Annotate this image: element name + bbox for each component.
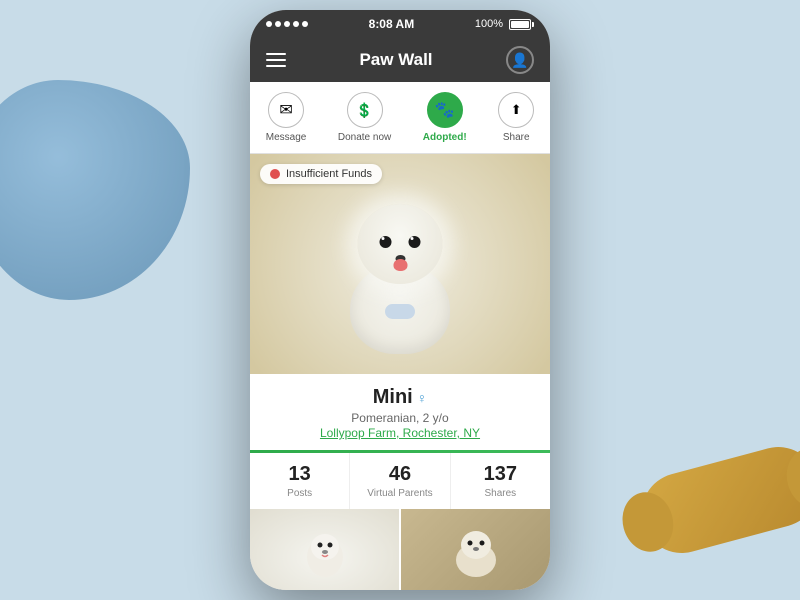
gallery-thumb-2[interactable] xyxy=(401,509,550,590)
insufficient-dot xyxy=(270,169,280,179)
gallery-dog-2-svg xyxy=(451,522,501,577)
gallery-dog-1-svg xyxy=(300,522,350,577)
bg-toy-right xyxy=(633,438,800,562)
battery-body xyxy=(509,19,531,30)
gallery-thumb-1[interactable] xyxy=(250,509,401,590)
pet-image-container: Insufficient Funds xyxy=(250,154,550,374)
dog-ribbon xyxy=(385,304,415,319)
status-right: 100% xyxy=(475,18,534,30)
stats-bar: 13 Posts 46 Virtual Parents 137 Shares xyxy=(250,453,550,509)
pet-info: Mini ♀ Pomeranian, 2 y/o Lollypop Farm, … xyxy=(250,374,550,450)
pet-image-bg xyxy=(250,154,550,374)
gallery-thumb-1-inner xyxy=(250,509,399,590)
donate-button[interactable]: 💲 Donate now xyxy=(338,92,391,143)
gender-icon: ♀ xyxy=(417,390,428,406)
hamburger-button[interactable] xyxy=(266,53,286,67)
pet-name: Mini ♀ xyxy=(266,386,534,409)
dog-eye-left xyxy=(380,236,392,248)
hamburger-line-2 xyxy=(266,59,286,61)
share-button[interactable]: ⬆ Share xyxy=(498,92,534,143)
action-bar: ✉ Message 💲 Donate now 🐾 Adopted! ⬆ Shar… xyxy=(250,82,550,154)
battery-tip xyxy=(532,22,534,27)
adopted-label: Adopted! xyxy=(423,132,467,143)
adopted-icon: 🐾 xyxy=(427,92,463,128)
dog-eye-right xyxy=(409,236,421,248)
bg-toy-left xyxy=(0,80,190,300)
stat-virtual-parents: 46 Virtual Parents xyxy=(350,453,450,509)
donate-label: Donate now xyxy=(338,132,391,143)
stat-posts-label: Posts xyxy=(250,488,349,499)
share-icon: ⬆ xyxy=(498,92,534,128)
insufficient-funds-badge: Insufficient Funds xyxy=(260,164,382,184)
battery-label: 100% xyxy=(475,18,503,30)
gallery-row xyxy=(250,509,550,590)
stat-posts-value: 13 xyxy=(250,463,349,486)
pet-breed: Pomeranian, 2 y/o xyxy=(266,411,534,425)
dot-4 xyxy=(293,21,299,27)
dot-1 xyxy=(266,21,272,27)
battery-fill xyxy=(511,21,529,28)
battery-icon xyxy=(509,19,534,30)
donate-icon: 💲 xyxy=(347,92,383,128)
hamburger-line-1 xyxy=(266,53,286,55)
dot-3 xyxy=(284,21,290,27)
message-button[interactable]: ✉ Message xyxy=(266,92,307,143)
message-icon: ✉ xyxy=(268,92,304,128)
signal-dots xyxy=(266,21,308,27)
dog-tongue xyxy=(393,259,407,271)
stat-posts: 13 Posts xyxy=(250,453,350,509)
message-label: Message xyxy=(266,132,307,143)
nav-bar: Paw Wall 👤 xyxy=(250,38,550,82)
stat-shares: 137 Shares xyxy=(451,453,550,509)
pet-name-text: Mini xyxy=(373,386,413,409)
stat-virtual-parents-label: Virtual Parents xyxy=(350,488,449,499)
hamburger-line-3 xyxy=(266,65,286,67)
status-bar: 8:08 AM 100% xyxy=(250,10,550,38)
adopted-button[interactable]: 🐾 Adopted! xyxy=(423,92,467,143)
insufficient-funds-label: Insufficient Funds xyxy=(286,168,372,180)
status-time: 8:08 AM xyxy=(369,17,415,31)
dot-2 xyxy=(275,21,281,27)
pet-location[interactable]: Lollypop Farm, Rochester, NY xyxy=(266,426,534,440)
stat-virtual-parents-value: 46 xyxy=(350,463,449,486)
notification-icon: 👤 xyxy=(511,52,528,69)
stat-shares-label: Shares xyxy=(451,488,550,499)
dog-illustration xyxy=(330,194,470,354)
phone-frame: 8:08 AM 100% Paw Wall 👤 ✉ Message xyxy=(250,10,550,590)
stat-shares-value: 137 xyxy=(451,463,550,486)
notification-button[interactable]: 👤 xyxy=(506,46,534,74)
share-label: Share xyxy=(503,132,530,143)
gallery-thumb-2-inner xyxy=(401,509,550,590)
nav-title: Paw Wall xyxy=(359,50,432,70)
dog-head xyxy=(358,204,443,284)
dot-5 xyxy=(302,21,308,27)
